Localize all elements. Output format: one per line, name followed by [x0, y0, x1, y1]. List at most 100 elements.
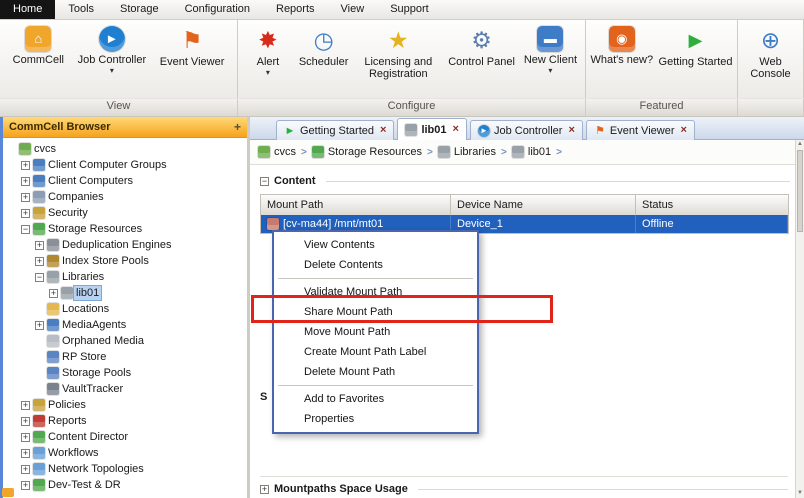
scroll-up-icon[interactable]: ▲: [796, 140, 804, 149]
expand-plus-icon[interactable]: +: [260, 485, 269, 494]
context-menu-item-share-mount-path[interactable]: Share Mount Path: [274, 302, 477, 322]
tree-item-storage-resources[interactable]: −Storage Resources: [3, 221, 247, 237]
column-header-status[interactable]: Status: [636, 195, 788, 215]
tab-close-icon[interactable]: ×: [453, 124, 459, 135]
collapse-minus-icon[interactable]: −: [35, 273, 44, 282]
tab-job-controller[interactable]: ►Job Controller×: [470, 120, 583, 140]
menu-item-configuration[interactable]: Configuration: [172, 0, 263, 19]
toolbar-button-scheduler[interactable]: ◷Scheduler: [298, 24, 350, 70]
toolbar-button-control-panel[interactable]: ⚙Control Panel: [447, 24, 516, 70]
mountpaths-space-usage-header[interactable]: + Mountpaths Space Usage: [260, 476, 788, 495]
context-menu-item-create-mount-path-label[interactable]: Create Mount Path Label: [274, 342, 477, 362]
tab-lib01[interactable]: lib01×: [397, 118, 467, 140]
toolbar-button-label: Web Console: [739, 56, 802, 80]
toolbar: ⌂CommCell ►Job Controller▾ ⚑Event Viewer ✸A…: [0, 20, 804, 98]
context-menu-item-delete-contents[interactable]: Delete Contents: [274, 255, 477, 275]
tree-item-cvcs[interactable]: cvcs: [3, 141, 247, 157]
collapse-minus-icon[interactable]: −: [21, 225, 30, 234]
breadcrumb-item-libraries[interactable]: Libraries: [438, 146, 496, 158]
tab-getting-started[interactable]: ►Getting Started×: [276, 120, 394, 140]
toolbar-button-commcell[interactable]: ⌂CommCell: [12, 24, 65, 68]
tree-item-label: Deduplication Engines: [59, 238, 174, 252]
tree-item-label: Companies: [45, 190, 107, 204]
tree-item-libraries[interactable]: −Libraries: [3, 269, 247, 285]
content-section-header[interactable]: − Content: [260, 175, 790, 187]
storage-resources-icon: [33, 223, 45, 235]
job-controller-icon: ►: [99, 26, 125, 52]
collapse-minus-icon[interactable]: −: [260, 177, 269, 186]
breadcrumb-item-lib01[interactable]: lib01: [512, 146, 551, 158]
tree-item-companies[interactable]: + Companies: [3, 189, 247, 205]
expand-plus-icon[interactable]: +: [21, 161, 30, 170]
tree-item-dev-test-dr[interactable]: +Dev-Test & DR: [3, 477, 247, 493]
expand-plus-icon[interactable]: +: [21, 417, 30, 426]
tree-item-lib01[interactable]: +lib01: [3, 285, 247, 301]
expand-plus-icon[interactable]: +: [21, 433, 30, 442]
tree-item-client-computers[interactable]: +Client Computers: [3, 173, 247, 189]
tree-item-client-computer-groups[interactable]: +Client Computer Groups: [3, 157, 247, 173]
expand-plus-icon[interactable]: +: [35, 257, 44, 266]
expand-plus-icon[interactable]: +: [21, 449, 30, 458]
context-menu-item-add-to-favorites[interactable]: Add to Favorites: [274, 389, 477, 409]
breadcrumb-item-storage-resources[interactable]: Storage Resources: [312, 146, 422, 158]
tree-item-label: Index Store Pools: [59, 254, 152, 268]
expand-plus-icon[interactable]: +: [21, 401, 30, 410]
vaulttracker-icon: [47, 383, 59, 395]
tree-item-mediaagents[interactable]: +MediaAgents: [3, 317, 247, 333]
sidebar-title: CommCell Browser: [9, 121, 234, 133]
context-menu-item-delete-mount-path[interactable]: Delete Mount Path: [274, 362, 477, 382]
toolbar-button-job-controller[interactable]: ►Job Controller▾: [77, 24, 147, 77]
toolbar-button-getting-started[interactable]: ►Getting Started: [658, 24, 734, 70]
tree-item-workflows[interactable]: + Workflows: [3, 445, 247, 461]
pin-icon[interactable]: +: [234, 120, 241, 134]
expand-plus-icon[interactable]: +: [49, 289, 58, 298]
menu-item-home[interactable]: Home: [0, 0, 55, 19]
expand-plus-icon[interactable]: +: [21, 465, 30, 474]
toolbar-button-new-client[interactable]: ▬New Client▾: [523, 24, 578, 77]
tree-item-network-topologies[interactable]: +Network Topologies: [3, 461, 247, 477]
tab-event-viewer[interactable]: ⚑Event Viewer×: [586, 120, 695, 140]
expand-plus-icon[interactable]: +: [21, 177, 30, 186]
tree-item-orphaned-media[interactable]: Orphaned Media: [3, 333, 247, 349]
context-menu-item-view-contents[interactable]: View Contents: [274, 235, 477, 255]
context-menu-item-move-mount-path[interactable]: Move Mount Path: [274, 322, 477, 342]
scrollbar-thumb[interactable]: [797, 150, 803, 232]
tree-item-policies[interactable]: +Policies: [3, 397, 247, 413]
toolbar-group-labels: ViewConfigureFeatured: [0, 98, 804, 117]
toolbar-button-what-s-new[interactable]: ◉What's new?: [589, 24, 654, 68]
toolbar-button-web-console[interactable]: ⊕Web Console: [738, 24, 803, 82]
column-header-mount-path[interactable]: Mount Path: [261, 195, 451, 215]
toolbar-button-licensing-and-registration[interactable]: ★Licensing and Registration: [356, 24, 440, 82]
tab-close-icon[interactable]: ×: [680, 125, 686, 136]
breadcrumb-item-cvcs[interactable]: cvcs: [258, 146, 296, 158]
scroll-down-icon[interactable]: ▼: [796, 489, 804, 498]
tab-close-icon[interactable]: ×: [380, 125, 386, 136]
vertical-scrollbar[interactable]: ▲ ▼: [795, 140, 804, 498]
menu-item-reports[interactable]: Reports: [263, 0, 328, 19]
tree-item-security[interactable]: +Security: [3, 205, 247, 221]
tree-item-index-store-pools[interactable]: + Index Store Pools: [3, 253, 247, 269]
expand-plus-icon[interactable]: +: [35, 321, 44, 330]
toolbar-button-event-viewer[interactable]: ⚑Event Viewer: [159, 24, 226, 70]
tree-item-content-director[interactable]: +Content Director: [3, 429, 247, 445]
expand-plus-icon[interactable]: +: [21, 481, 30, 490]
tree-item-vaulttracker[interactable]: VaultTracker: [3, 381, 247, 397]
expand-plus-icon[interactable]: +: [21, 209, 30, 218]
tree-item-locations[interactable]: Locations: [3, 301, 247, 317]
expand-plus-icon[interactable]: +: [35, 241, 44, 250]
column-header-device-name[interactable]: Device Name: [451, 195, 636, 215]
menu-item-tools[interactable]: Tools: [55, 0, 107, 19]
tree-item-deduplication-engines[interactable]: + Deduplication Engines: [3, 237, 247, 253]
tree-item-reports[interactable]: +Reports: [3, 413, 247, 429]
tree-item-storage-pools[interactable]: Storage Pools: [3, 365, 247, 381]
tab-close-icon[interactable]: ×: [568, 125, 574, 136]
menu-item-support[interactable]: Support: [377, 0, 442, 19]
expand-plus-icon[interactable]: +: [21, 193, 30, 202]
menu-item-view[interactable]: View: [328, 0, 378, 19]
toolbar-button-alert[interactable]: ✸Alert▾: [245, 24, 291, 79]
tree-item-label: Workflows: [45, 446, 102, 460]
tree-item-rp-store[interactable]: RP Store: [3, 349, 247, 365]
context-menu-item-validate-mount-path[interactable]: Validate Mount Path: [274, 282, 477, 302]
context-menu-item-properties[interactable]: Properties: [274, 409, 477, 429]
menu-item-storage[interactable]: Storage: [107, 0, 172, 19]
